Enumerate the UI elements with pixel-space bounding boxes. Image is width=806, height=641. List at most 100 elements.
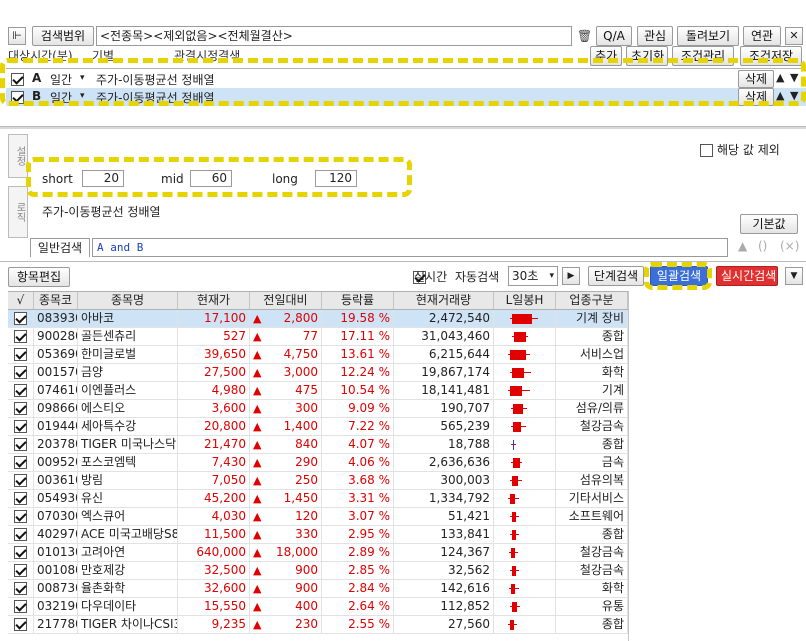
link-button[interactable]: 연관: [743, 26, 781, 46]
condition-a-period[interactable]: 일간: [50, 71, 72, 88]
row-checkbox[interactable]: [8, 364, 34, 381]
row-checkbox[interactable]: [8, 598, 34, 615]
row-check-icon[interactable]: [14, 492, 27, 505]
row-checkbox[interactable]: [8, 580, 34, 597]
col-code[interactable]: 종목코드: [34, 292, 78, 324]
row-checkbox[interactable]: [8, 562, 34, 579]
col-price[interactable]: 현재가: [178, 292, 250, 309]
table-row[interactable]: 083930아바코17,100▲ 2,800 19.58 %2,472,540 기계 …: [8, 310, 628, 328]
col-name[interactable]: 종목명: [78, 292, 178, 309]
table-row[interactable]: 053690한미글로벌39,650▲ 4,750 13.61 %6,215,644 서…: [8, 346, 628, 364]
col-check[interactable]: √: [8, 292, 34, 309]
review-button[interactable]: 돌려보기: [677, 26, 739, 46]
table-row[interactable]: 019440세아특수강20,800▲ 1,400 7.22 %565,239 철강금속: [8, 418, 628, 436]
batch-search-button[interactable]: 일괄검색: [650, 266, 708, 286]
condition-b-period[interactable]: 일간: [50, 89, 72, 106]
condition-b-checkbox[interactable]: [11, 91, 24, 104]
col-rate[interactable]: 등락률: [322, 292, 394, 309]
table-row[interactable]: 010130고려아연640,000▲ 18,000 2.89 %124,367 철강금…: [8, 544, 628, 562]
table-row[interactable]: 203780TIGER 미국나스닥21,470▲ 840 4.07 %18,788 종…: [8, 436, 628, 454]
table-row[interactable]: 032190다우데이타15,550▲ 400 2.64 %112,852 유통: [8, 598, 628, 616]
row-check-icon[interactable]: [14, 348, 27, 361]
row-check-icon[interactable]: [14, 510, 27, 523]
table-row[interactable]: 900280골든센츄리527▲ 77 17.11 %31,043,460 종합: [8, 328, 628, 346]
interest-button[interactable]: 관심: [637, 26, 673, 46]
col-volume[interactable]: 현재거래량: [394, 292, 494, 309]
parens-icon[interactable]: (): [758, 239, 767, 253]
row-checkbox[interactable]: [8, 526, 34, 543]
chevron-down-icon[interactable]: ▾: [80, 91, 85, 101]
play-icon[interactable]: ▶: [562, 267, 580, 285]
scope-button[interactable]: 검색범위: [32, 26, 94, 46]
default-button[interactable]: 기본값: [740, 214, 798, 234]
interval-select[interactable]: 30초 ▾: [508, 266, 558, 286]
collapse-icon[interactable]: ▼: [785, 267, 803, 285]
row-check-icon[interactable]: [14, 438, 27, 451]
condition-a-delete-button[interactable]: 삭제: [738, 70, 774, 88]
table-row[interactable]: 001080만호제강32,500▲ 900 2.85 %32,562 철강금속: [8, 562, 628, 580]
table-row[interactable]: 402970ACE 미국고배당S811,500▲ 330 2.95 %133,841…: [8, 526, 628, 544]
move-up-icon[interactable]: ▲: [776, 71, 784, 84]
close-icon[interactable]: ✕: [785, 27, 803, 45]
logic-expression-input[interactable]: A and B: [92, 238, 728, 257]
table-row[interactable]: 098660에스티오3,600▲ 300 9.09 %190,707 섬유/의류: [8, 400, 628, 418]
row-check-icon[interactable]: [14, 618, 27, 631]
row-checkbox[interactable]: [8, 328, 34, 345]
clear-parens-icon[interactable]: (×): [780, 239, 799, 253]
row-checkbox[interactable]: [8, 436, 34, 453]
table-row[interactable]: 217780TIGER 차이나CSI39,235▲ 230 2.55 %27,560…: [8, 616, 628, 634]
mid-input[interactable]: 60: [190, 170, 232, 187]
row-check-icon[interactable]: [14, 528, 27, 541]
splitter[interactable]: [0, 126, 806, 129]
row-check-icon[interactable]: [14, 582, 27, 595]
row-check-icon[interactable]: [14, 600, 27, 613]
row-check-icon[interactable]: [14, 402, 27, 415]
col-candle[interactable]: L일봉H: [494, 292, 556, 309]
table-row[interactable]: 074610이엔플러스4,980▲ 475 10.54 %18,141,481 기계: [8, 382, 628, 400]
condition-a-checkbox[interactable]: [11, 73, 24, 86]
tab-general-search[interactable]: 일반검색: [30, 238, 90, 257]
row-checkbox[interactable]: [8, 544, 34, 561]
row-check-icon[interactable]: [14, 546, 27, 559]
row-checkbox[interactable]: [8, 400, 34, 417]
table-row[interactable]: 008730율촌화학32,600▲ 900 2.84 %142,616 화학: [8, 580, 628, 598]
realtime-search-button[interactable]: 실시간검색: [716, 266, 778, 286]
row-check-icon[interactable]: [14, 456, 27, 469]
short-input[interactable]: 20: [82, 170, 124, 187]
panel-toggle-icon[interactable]: ⊩: [8, 27, 26, 45]
row-checkbox[interactable]: [8, 454, 34, 471]
row-check-icon[interactable]: [14, 312, 27, 325]
row-checkbox[interactable]: [8, 310, 34, 327]
logic-side-tab[interactable]: 로직: [8, 186, 28, 238]
row-checkbox[interactable]: [8, 616, 34, 633]
row-check-icon[interactable]: [14, 564, 27, 577]
long-input[interactable]: 120: [315, 170, 357, 187]
trash-icon[interactable]: 🗑: [577, 29, 592, 43]
row-check-icon[interactable]: [14, 420, 27, 433]
condition-row-a[interactable]: A 일간 ▾ 주가-이동평균선 정배열 삭제 ▲ ▼: [6, 70, 806, 88]
table-row[interactable]: 001570금양27,500▲ 3,000 12.24 %19,867,174 화학: [8, 364, 628, 382]
condition-row-b[interactable]: B 일간 ▾ 주가-이동평균선 정배열 삭제 ▲ ▼: [6, 88, 806, 106]
condition-manage-button[interactable]: 조건관리: [672, 46, 734, 66]
row-checkbox[interactable]: [8, 382, 34, 399]
row-check-icon[interactable]: [14, 366, 27, 379]
step-search-button[interactable]: 단계검색: [588, 266, 644, 286]
row-check-icon[interactable]: [14, 474, 27, 487]
row-checkbox[interactable]: [8, 490, 34, 507]
edit-items-button[interactable]: 항목편집: [8, 267, 70, 287]
row-checkbox[interactable]: [8, 472, 34, 489]
move-down-icon[interactable]: ▼: [790, 71, 798, 84]
arrow-up-icon[interactable]: ▲: [738, 239, 747, 253]
row-checkbox[interactable]: [8, 418, 34, 435]
qa-button[interactable]: Q/A: [596, 26, 632, 46]
setting-side-tab[interactable]: 설정: [8, 134, 28, 178]
add-condition-button[interactable]: 추가: [590, 46, 622, 66]
row-checkbox[interactable]: [8, 346, 34, 363]
move-down-icon[interactable]: ▼: [790, 89, 798, 102]
row-check-icon[interactable]: [14, 384, 27, 397]
chevron-down-icon[interactable]: ▾: [80, 73, 85, 83]
row-check-icon[interactable]: [14, 330, 27, 343]
row-checkbox[interactable]: [8, 508, 34, 525]
exclude-checkbox[interactable]: [700, 144, 713, 157]
table-row[interactable]: 003610방림7,050▲ 250 3.68 %300,003 섬유의복: [8, 472, 628, 490]
